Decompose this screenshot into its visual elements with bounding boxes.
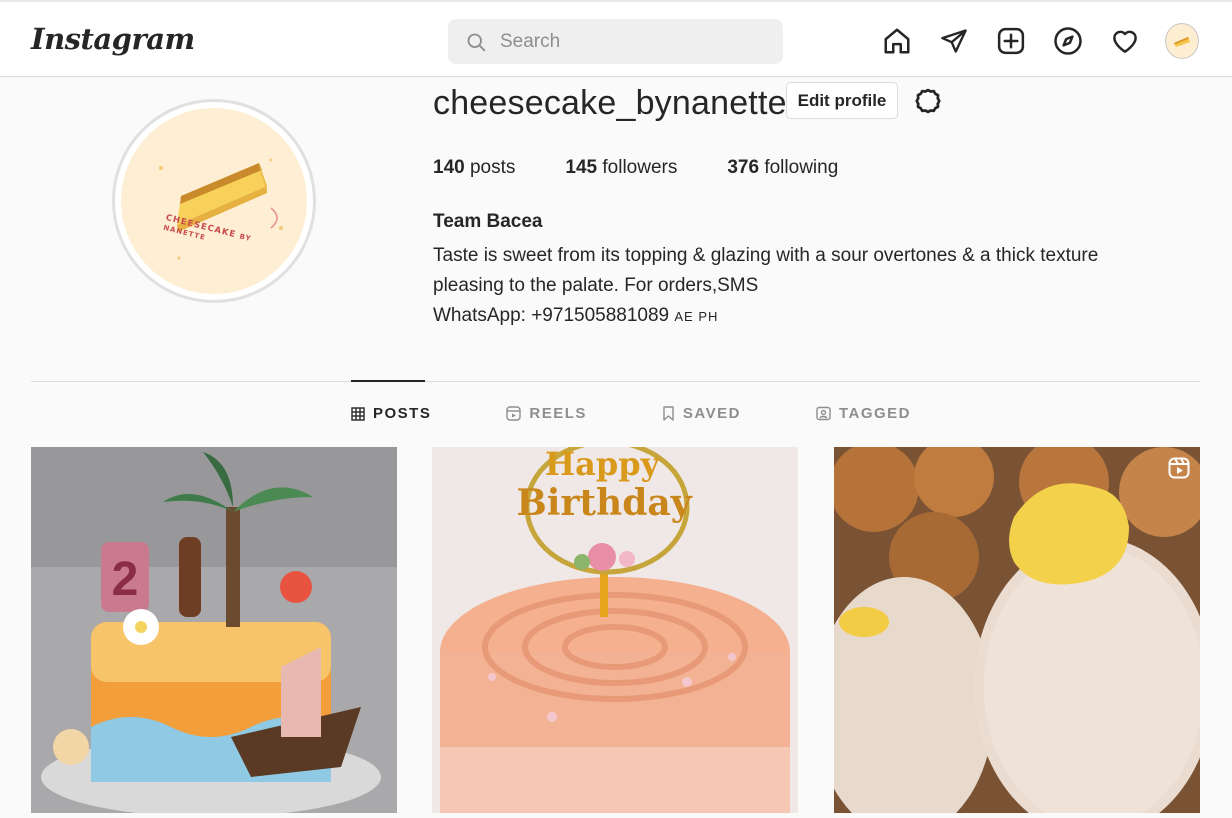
bio-line: Taste is sweet from its topping & glazin… <box>433 245 1099 266</box>
post-thumbnail[interactable]: 2 <box>31 447 397 813</box>
post-image-birthday-cake: Happy Birthday <box>432 447 798 813</box>
edit-profile-button[interactable]: Edit profile <box>786 82 898 119</box>
reels-icon <box>506 406 522 421</box>
posts-count-label: posts <box>464 157 516 178</box>
bookmark-icon <box>663 406 674 421</box>
post-topper-birthday: Birthday <box>516 482 692 524</box>
nav-icons <box>880 23 1199 59</box>
profile-picture-image: CHEESECAKE BY NANETTE <box>121 108 307 294</box>
search-input[interactable] <box>500 30 760 53</box>
bio-whatsapp: WhatsApp: +971505881089 <box>433 305 675 326</box>
tab-label: POSTS <box>373 405 432 422</box>
followers-count[interactable]: 145 followers <box>565 157 677 179</box>
tagged-icon <box>816 406 831 421</box>
bio-line: pleasing to the palate. For orders,SMS <box>433 275 759 296</box>
direct-icon <box>941 29 967 53</box>
tab-reels[interactable]: REELS <box>506 405 587 422</box>
profile-picture[interactable]: CHEESECAKE BY NANETTE <box>112 99 316 303</box>
reel-icon <box>1168 457 1190 479</box>
active-tab-indicator <box>351 380 425 382</box>
instagram-logo[interactable]: Instagram <box>31 22 195 56</box>
tab-label: SAVED <box>682 405 741 422</box>
settings-gear-icon <box>915 88 941 114</box>
followers-count-label: followers <box>597 157 678 178</box>
post-thumbnail[interactable]: Happy Birthday <box>432 447 798 813</box>
heart-icon <box>1113 30 1137 53</box>
following-count[interactable]: 376 following <box>727 157 838 179</box>
posts-count: 140 posts <box>433 157 515 179</box>
direct-messages-button[interactable] <box>937 24 971 58</box>
new-post-icon <box>997 27 1025 55</box>
post-cake-topper-number: 2 <box>112 553 139 606</box>
tab-saved[interactable]: SAVED <box>662 405 741 422</box>
profile-menu-button[interactable] <box>1165 23 1199 59</box>
post-thumbnail[interactable] <box>834 447 1200 813</box>
profile-username: cheesecake_bynanette <box>433 84 787 122</box>
tab-label: REELS <box>529 405 587 422</box>
post-topper-happy: Happy <box>545 447 661 483</box>
new-post-button[interactable] <box>994 24 1028 58</box>
explore-button[interactable] <box>1051 24 1085 58</box>
cheesecake-avatar-icon <box>1174 37 1190 47</box>
home-button[interactable] <box>880 24 914 58</box>
search-icon <box>467 33 486 51</box>
post-image-cream-puffs <box>834 447 1200 813</box>
tab-label: TAGGED <box>838 405 912 422</box>
activity-button[interactable] <box>1108 24 1142 58</box>
profile-bio: Taste is sweet from its topping & glazin… <box>433 241 1173 332</box>
bio-flags: AE PH <box>674 309 719 324</box>
bio-line: WhatsApp: +971505881089 AE PH <box>433 301 1173 332</box>
profile-full-name: Team Bacea <box>433 211 543 232</box>
following-count-label: following <box>759 157 839 178</box>
home-icon <box>884 28 910 54</box>
profile-stats: 140 posts 145 followers 376 following <box>433 157 888 179</box>
top-navigation-bar: Instagram <box>0 0 1232 77</box>
tab-tagged[interactable]: TAGGED <box>816 405 911 422</box>
search-box[interactable] <box>448 19 783 64</box>
tabs-divider <box>31 381 1200 382</box>
followers-count-value: 145 <box>565 157 598 178</box>
settings-button[interactable] <box>913 86 943 116</box>
reel-badge <box>1168 457 1190 484</box>
post-image-moana-cake: 2 <box>31 447 397 813</box>
profile-tabs: POSTS REELS SAVED TAGGED <box>351 405 986 422</box>
following-count-value: 376 <box>727 157 760 178</box>
tab-posts[interactable]: POSTS <box>351 405 431 422</box>
cheesecake-logo-icon <box>121 108 307 294</box>
explore-icon <box>1054 27 1082 55</box>
posts-count-value: 140 <box>433 157 465 178</box>
grid-icon <box>351 406 365 421</box>
profile-avatar <box>1165 23 1199 59</box>
